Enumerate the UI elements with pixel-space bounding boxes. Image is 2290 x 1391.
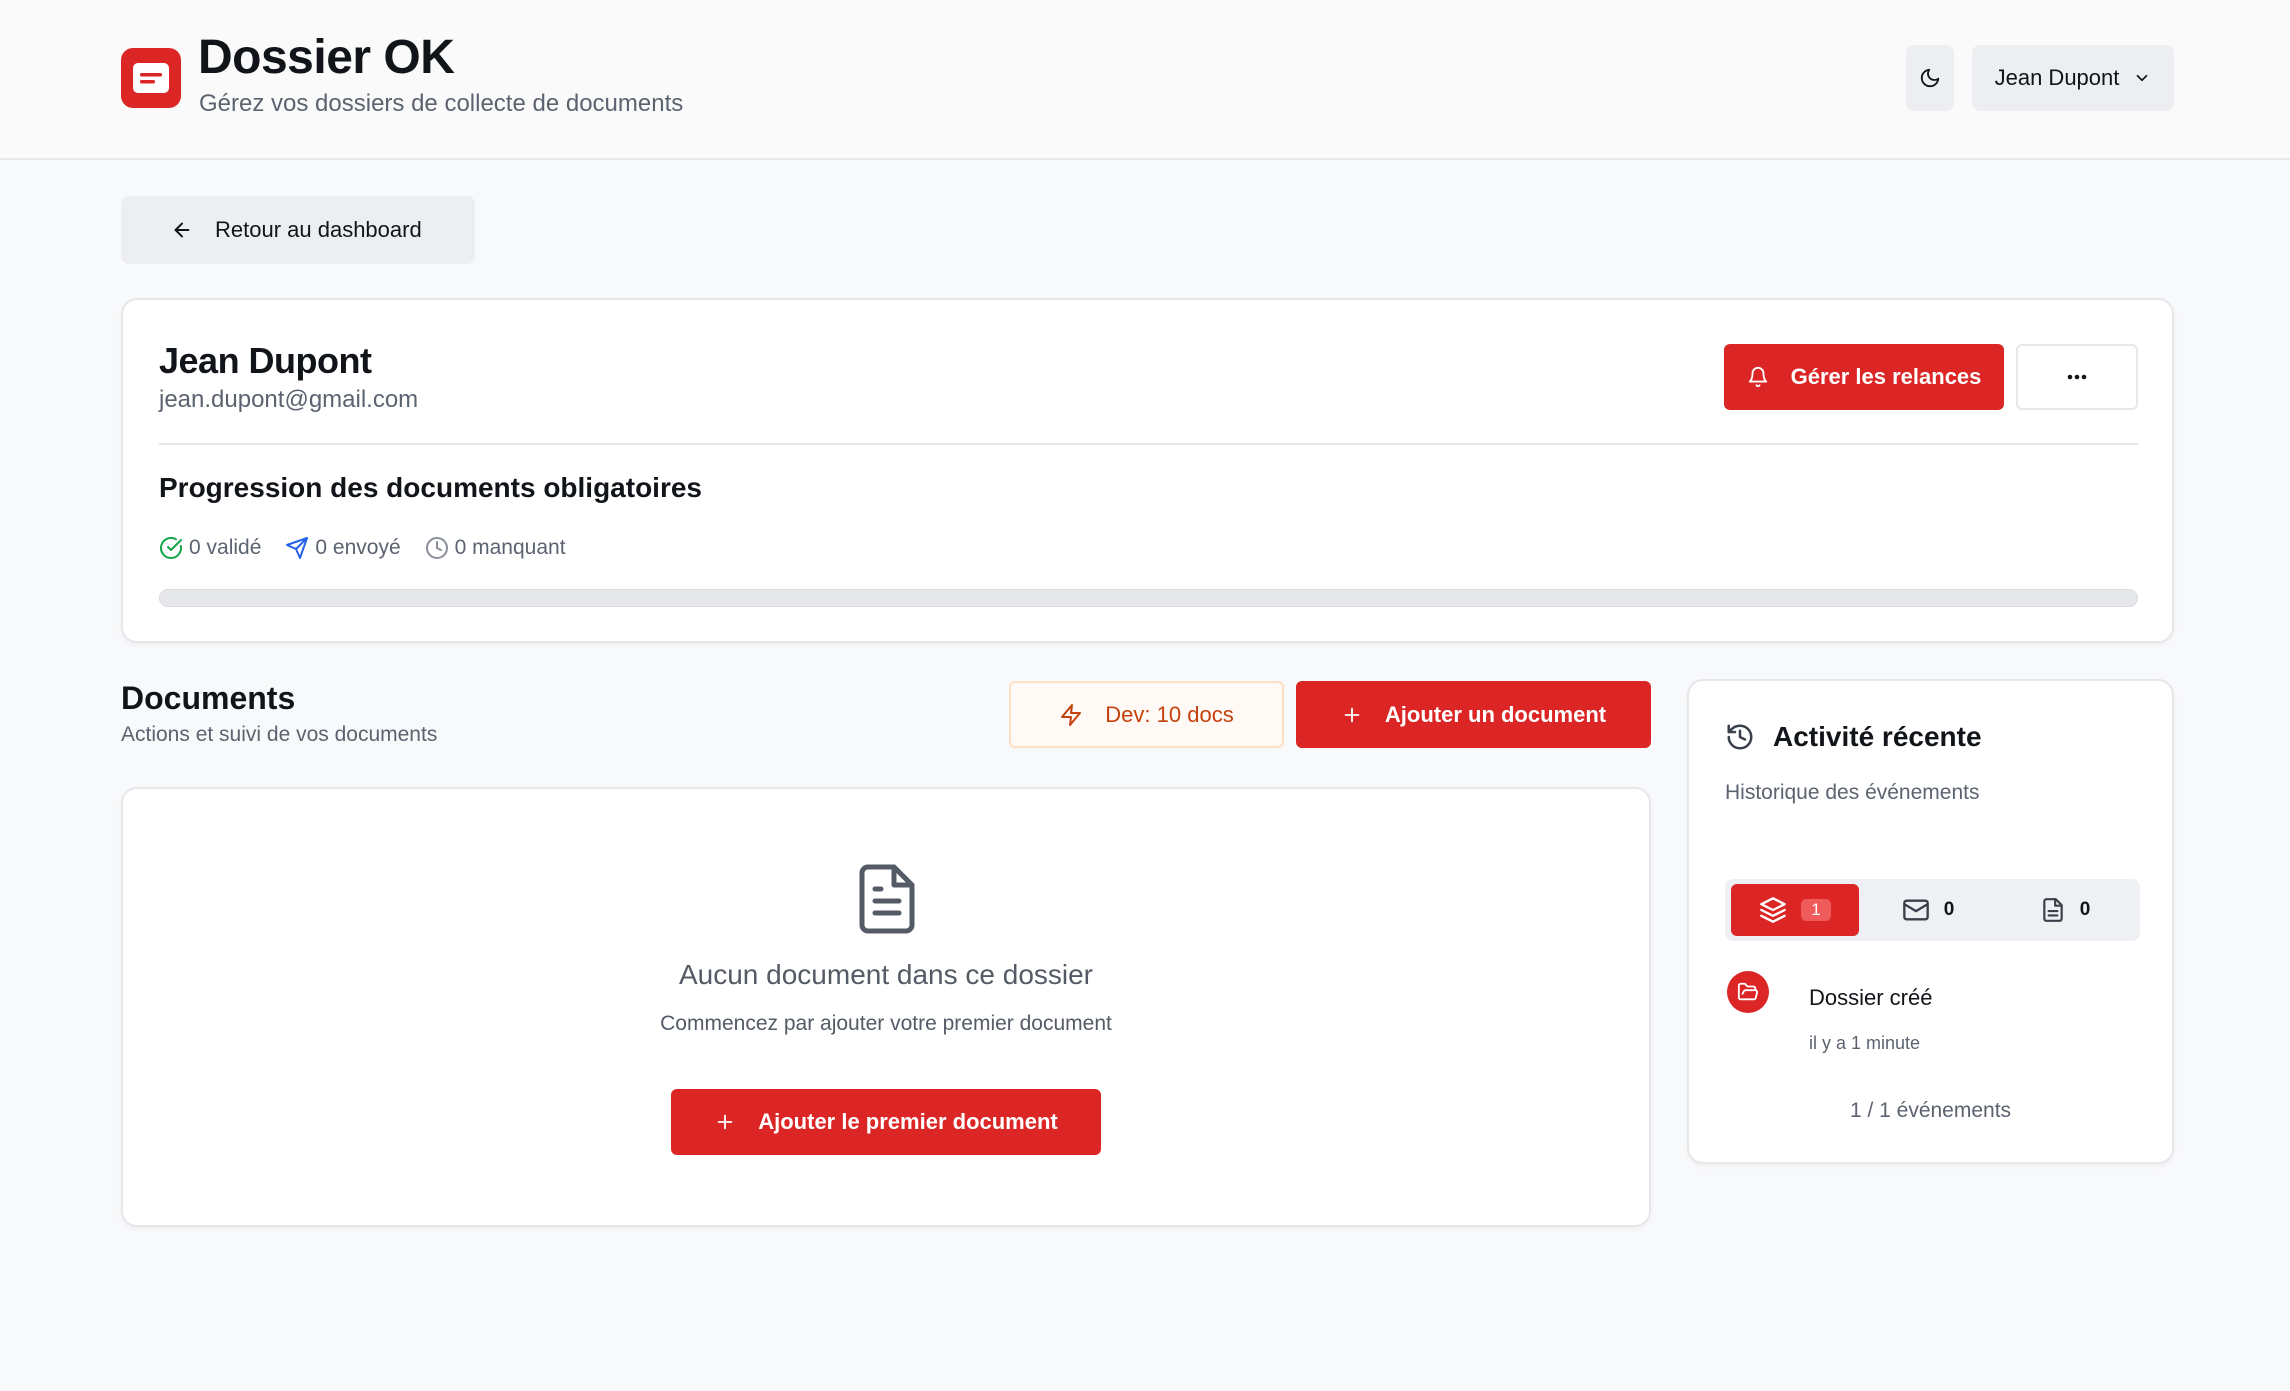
app-subtitle: Gérez vos dossiers de collecte de docume…: [199, 90, 684, 117]
dev-generate-docs-label: Dev: 10 docs: [1105, 701, 1234, 727]
tab-all-count: 1: [1801, 899, 1831, 921]
card-divider: [159, 443, 2138, 445]
clock-icon: [425, 537, 448, 559]
folder-open-icon: [1727, 971, 1769, 1013]
client-email: jean.dupont@gmail.com: [159, 386, 419, 413]
event-title: Dossier créé: [1809, 985, 1933, 1010]
add-document-label: Ajouter un document: [1384, 701, 1607, 727]
logo-icon: [133, 63, 169, 93]
tab-all-events[interactable]: 1: [1731, 884, 1859, 936]
tab-document-events[interactable]: 0: [2015, 884, 2115, 936]
documents-title: Documents: [121, 680, 296, 716]
stat-missing: 0 manquant: [425, 536, 566, 560]
plus-icon: [717, 1114, 733, 1130]
user-menu-button[interactable]: Jean Dupont: [1972, 45, 2174, 111]
stat-sent: 0 envoyé: [285, 536, 401, 560]
app-title: Dossier OK: [198, 31, 455, 84]
tab-email-count: 0: [1943, 899, 1955, 920]
arrow-left-icon: [174, 222, 190, 238]
stat-missing-label: 0 manquant: [454, 536, 566, 559]
empty-state-title: Aucun document dans ce dossier: [678, 959, 1094, 990]
theme-toggle-button[interactable]: [1906, 45, 1954, 111]
stat-validated-label: 0 validé: [189, 536, 262, 559]
client-name: Jean Dupont: [159, 340, 372, 381]
send-icon: [286, 537, 309, 559]
manage-reminders-label: Gérer les relances: [1790, 364, 1982, 389]
top-header: Dossier OK Gérez vos dossiers de collect…: [0, 0, 2290, 160]
add-document-button[interactable]: Ajouter un document: [1296, 681, 1651, 748]
zap-icon: [1061, 703, 1082, 726]
add-first-document-label: Ajouter le premier document: [758, 1109, 1058, 1134]
empty-file-icon: [857, 863, 917, 935]
add-first-document-button[interactable]: Ajouter le premier document: [671, 1089, 1101, 1155]
more-horizontal-icon: [2067, 374, 2087, 380]
mail-icon: [1902, 899, 1929, 921]
stat-validated: 0 validé: [159, 536, 261, 560]
activity-header: Activité récente: [1725, 721, 1982, 753]
activity-filter-tabs: 1 0 0: [1725, 879, 2140, 941]
progress-bar: [159, 589, 2138, 607]
app-logo: [121, 48, 181, 108]
event-time: il y a 1 minute: [1809, 1033, 1921, 1053]
progress-title: Progression des documents obligatoires: [159, 472, 703, 503]
user-name: Jean Dupont: [1994, 65, 2120, 90]
back-to-dashboard-button[interactable]: Retour au dashboard: [121, 196, 475, 264]
layers-icon: [1760, 897, 1787, 923]
activity-subtitle: Historique des événements: [1725, 781, 1980, 804]
manage-reminders-button[interactable]: Gérer les relances: [1724, 344, 2004, 410]
progress-stats: 0 validé 0 envoyé 0 manquant: [159, 536, 566, 560]
chevron-down-icon: [2137, 74, 2148, 82]
client-card: Jean Dupont jean.dupont@gmail.com Gérer …: [121, 298, 2174, 643]
event-count: 1 / 1 événements: [1849, 1099, 2012, 1122]
documents-empty-state: Aucun document dans ce dossier Commencez…: [121, 787, 1651, 1227]
stat-sent-label: 0 envoyé: [315, 536, 401, 559]
activity-title: Activité récente: [1773, 721, 1982, 752]
file-icon: [2042, 898, 2063, 922]
bell-icon: [1748, 367, 1767, 388]
documents-subtitle: Actions et suivi de vos documents: [121, 723, 438, 746]
plus-icon: [1344, 707, 1360, 722]
tab-email-events[interactable]: 0: [1878, 884, 1978, 936]
more-options-button[interactable]: [2016, 344, 2138, 410]
dev-generate-docs-button[interactable]: Dev: 10 docs: [1009, 681, 1284, 748]
check-circle-icon: [160, 536, 182, 559]
empty-state-subtitle: Commencez par ajouter votre premier docu…: [660, 1012, 1112, 1035]
recent-activity-card: Activité récente Historique des événemen…: [1687, 679, 2174, 1164]
moon-icon: [1920, 68, 1940, 88]
back-label: Retour au dashboard: [215, 217, 422, 242]
tab-document-count: 0: [2079, 899, 2091, 920]
history-icon: [1727, 724, 1753, 750]
